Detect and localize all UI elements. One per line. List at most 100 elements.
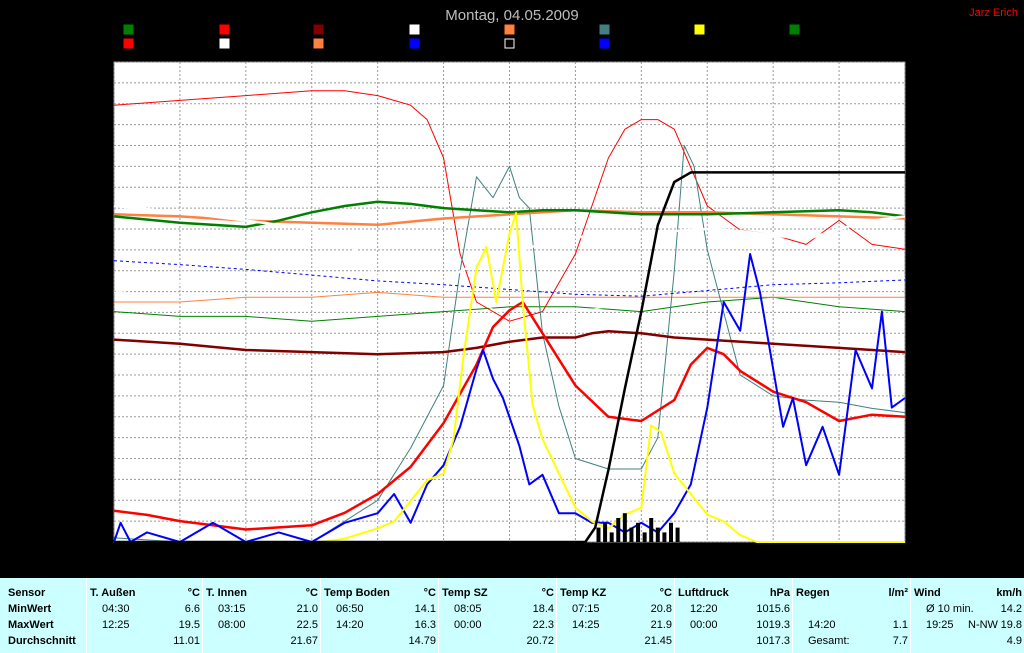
rain-bar [603, 522, 608, 542]
min-value: 14.2 [1000, 603, 1022, 615]
rain-bar [622, 513, 627, 542]
plot-area [113, 61, 906, 544]
legend-item [599, 38, 610, 49]
rain-bar [662, 532, 667, 542]
row-label: Sensor [8, 587, 46, 599]
avg-value: 11.01 [173, 635, 200, 647]
rain-bar [636, 522, 641, 542]
legend-swatch [219, 38, 230, 49]
legend-swatch [409, 38, 420, 49]
rain-bar [668, 522, 673, 542]
legend-swatch [313, 24, 324, 35]
legend-item [789, 24, 800, 35]
legend-swatch [123, 38, 134, 49]
max-direction: N-NW [968, 619, 998, 631]
legend-item [409, 24, 420, 35]
column-separator [556, 578, 557, 653]
legend-swatch [599, 24, 610, 35]
legend-item [313, 24, 324, 35]
legend-item [123, 24, 134, 35]
column-name: Temp KZ [560, 587, 607, 599]
rain-bar [642, 532, 647, 542]
legend-swatch [694, 24, 705, 35]
column-separator [86, 578, 87, 653]
column-separator [202, 578, 203, 653]
rain-bar [616, 518, 621, 542]
max-value: 16.3 [414, 619, 436, 631]
legend-item [504, 38, 515, 49]
legend-swatch [504, 38, 515, 49]
legend-item [504, 24, 515, 35]
column-unit: km/h [996, 587, 1022, 599]
rain-bar [596, 527, 601, 542]
column-unit: °C [305, 587, 318, 599]
max-time: 08:00 [218, 619, 246, 631]
legend-item [409, 38, 420, 49]
legend [123, 24, 800, 49]
min-value: 18.4 [532, 603, 554, 615]
column-separator [438, 578, 439, 653]
min-time: 06:50 [336, 603, 364, 615]
rain-bar [655, 527, 660, 542]
max-time: 14:20 [336, 619, 364, 631]
min-time: 08:05 [454, 603, 482, 615]
max-time: 00:00 [454, 619, 482, 631]
legend-item [219, 24, 230, 35]
avg-label: Gesamt: [808, 635, 850, 647]
min-time: 07:15 [572, 603, 600, 615]
min-value: 20.8 [650, 603, 672, 615]
column-unit: °C [541, 587, 554, 599]
column-name: Regen [796, 587, 830, 599]
rain-bar [649, 518, 654, 542]
min-time: 12:20 [690, 603, 718, 615]
author-label: Jarz Erich [969, 7, 1018, 19]
min-time: 03:15 [218, 603, 246, 615]
rain-bar [675, 527, 680, 542]
rain-bar [609, 532, 614, 542]
max-time: 19:25 [926, 619, 954, 631]
min-value: 6.6 [184, 603, 200, 615]
legend-swatch [313, 38, 324, 49]
column-separator [320, 578, 321, 653]
avg-value: 20.72 [526, 635, 554, 647]
max-value: 19.5 [178, 619, 200, 631]
column-separator [792, 578, 793, 653]
column-unit: °C [659, 587, 672, 599]
column-name: Temp SZ [442, 587, 488, 599]
column-name: T. Außen [90, 587, 136, 599]
legend-item [123, 38, 134, 49]
column-unit: hPa [769, 587, 790, 599]
min-time: Ø 10 min. [926, 603, 974, 615]
min-value: 14.1 [414, 603, 436, 615]
max-time: 12:25 [102, 619, 130, 631]
row-label: MinWert [8, 603, 52, 615]
column-separator [910, 578, 911, 653]
avg-value: 21.67 [290, 635, 318, 647]
column-unit: °C [423, 587, 436, 599]
max-value: 1019.3 [756, 619, 790, 631]
max-value: 22.5 [296, 619, 318, 631]
max-value: 21.9 [650, 619, 672, 631]
chart-title: Montag, 04.05.2009 [445, 7, 578, 24]
avg-value: 4.9 [1006, 635, 1022, 647]
legend-swatch [219, 24, 230, 35]
row-label: Durchschnitt [8, 635, 76, 647]
max-time: 14:20 [808, 619, 836, 631]
legend-swatch [789, 24, 800, 35]
column-name: Temp Boden [324, 587, 390, 599]
column-unit: °C [187, 587, 200, 599]
max-value: 22.3 [532, 619, 554, 631]
legend-item [313, 38, 324, 49]
max-value: 19.8 [1000, 619, 1022, 631]
legend-item [219, 38, 230, 49]
legend-swatch [123, 24, 134, 35]
weather-chart: Montag, 04.05.2009 Jarz Erich [113, 7, 1018, 544]
legend-item [694, 24, 705, 35]
max-value: 1.1 [892, 619, 908, 631]
row-label: MaxWert [8, 619, 54, 631]
min-value: 1015.6 [756, 603, 790, 615]
avg-value: 7.7 [892, 635, 908, 647]
rain-bar [629, 527, 634, 542]
avg-value: 21.45 [644, 635, 672, 647]
column-separator [674, 578, 675, 653]
